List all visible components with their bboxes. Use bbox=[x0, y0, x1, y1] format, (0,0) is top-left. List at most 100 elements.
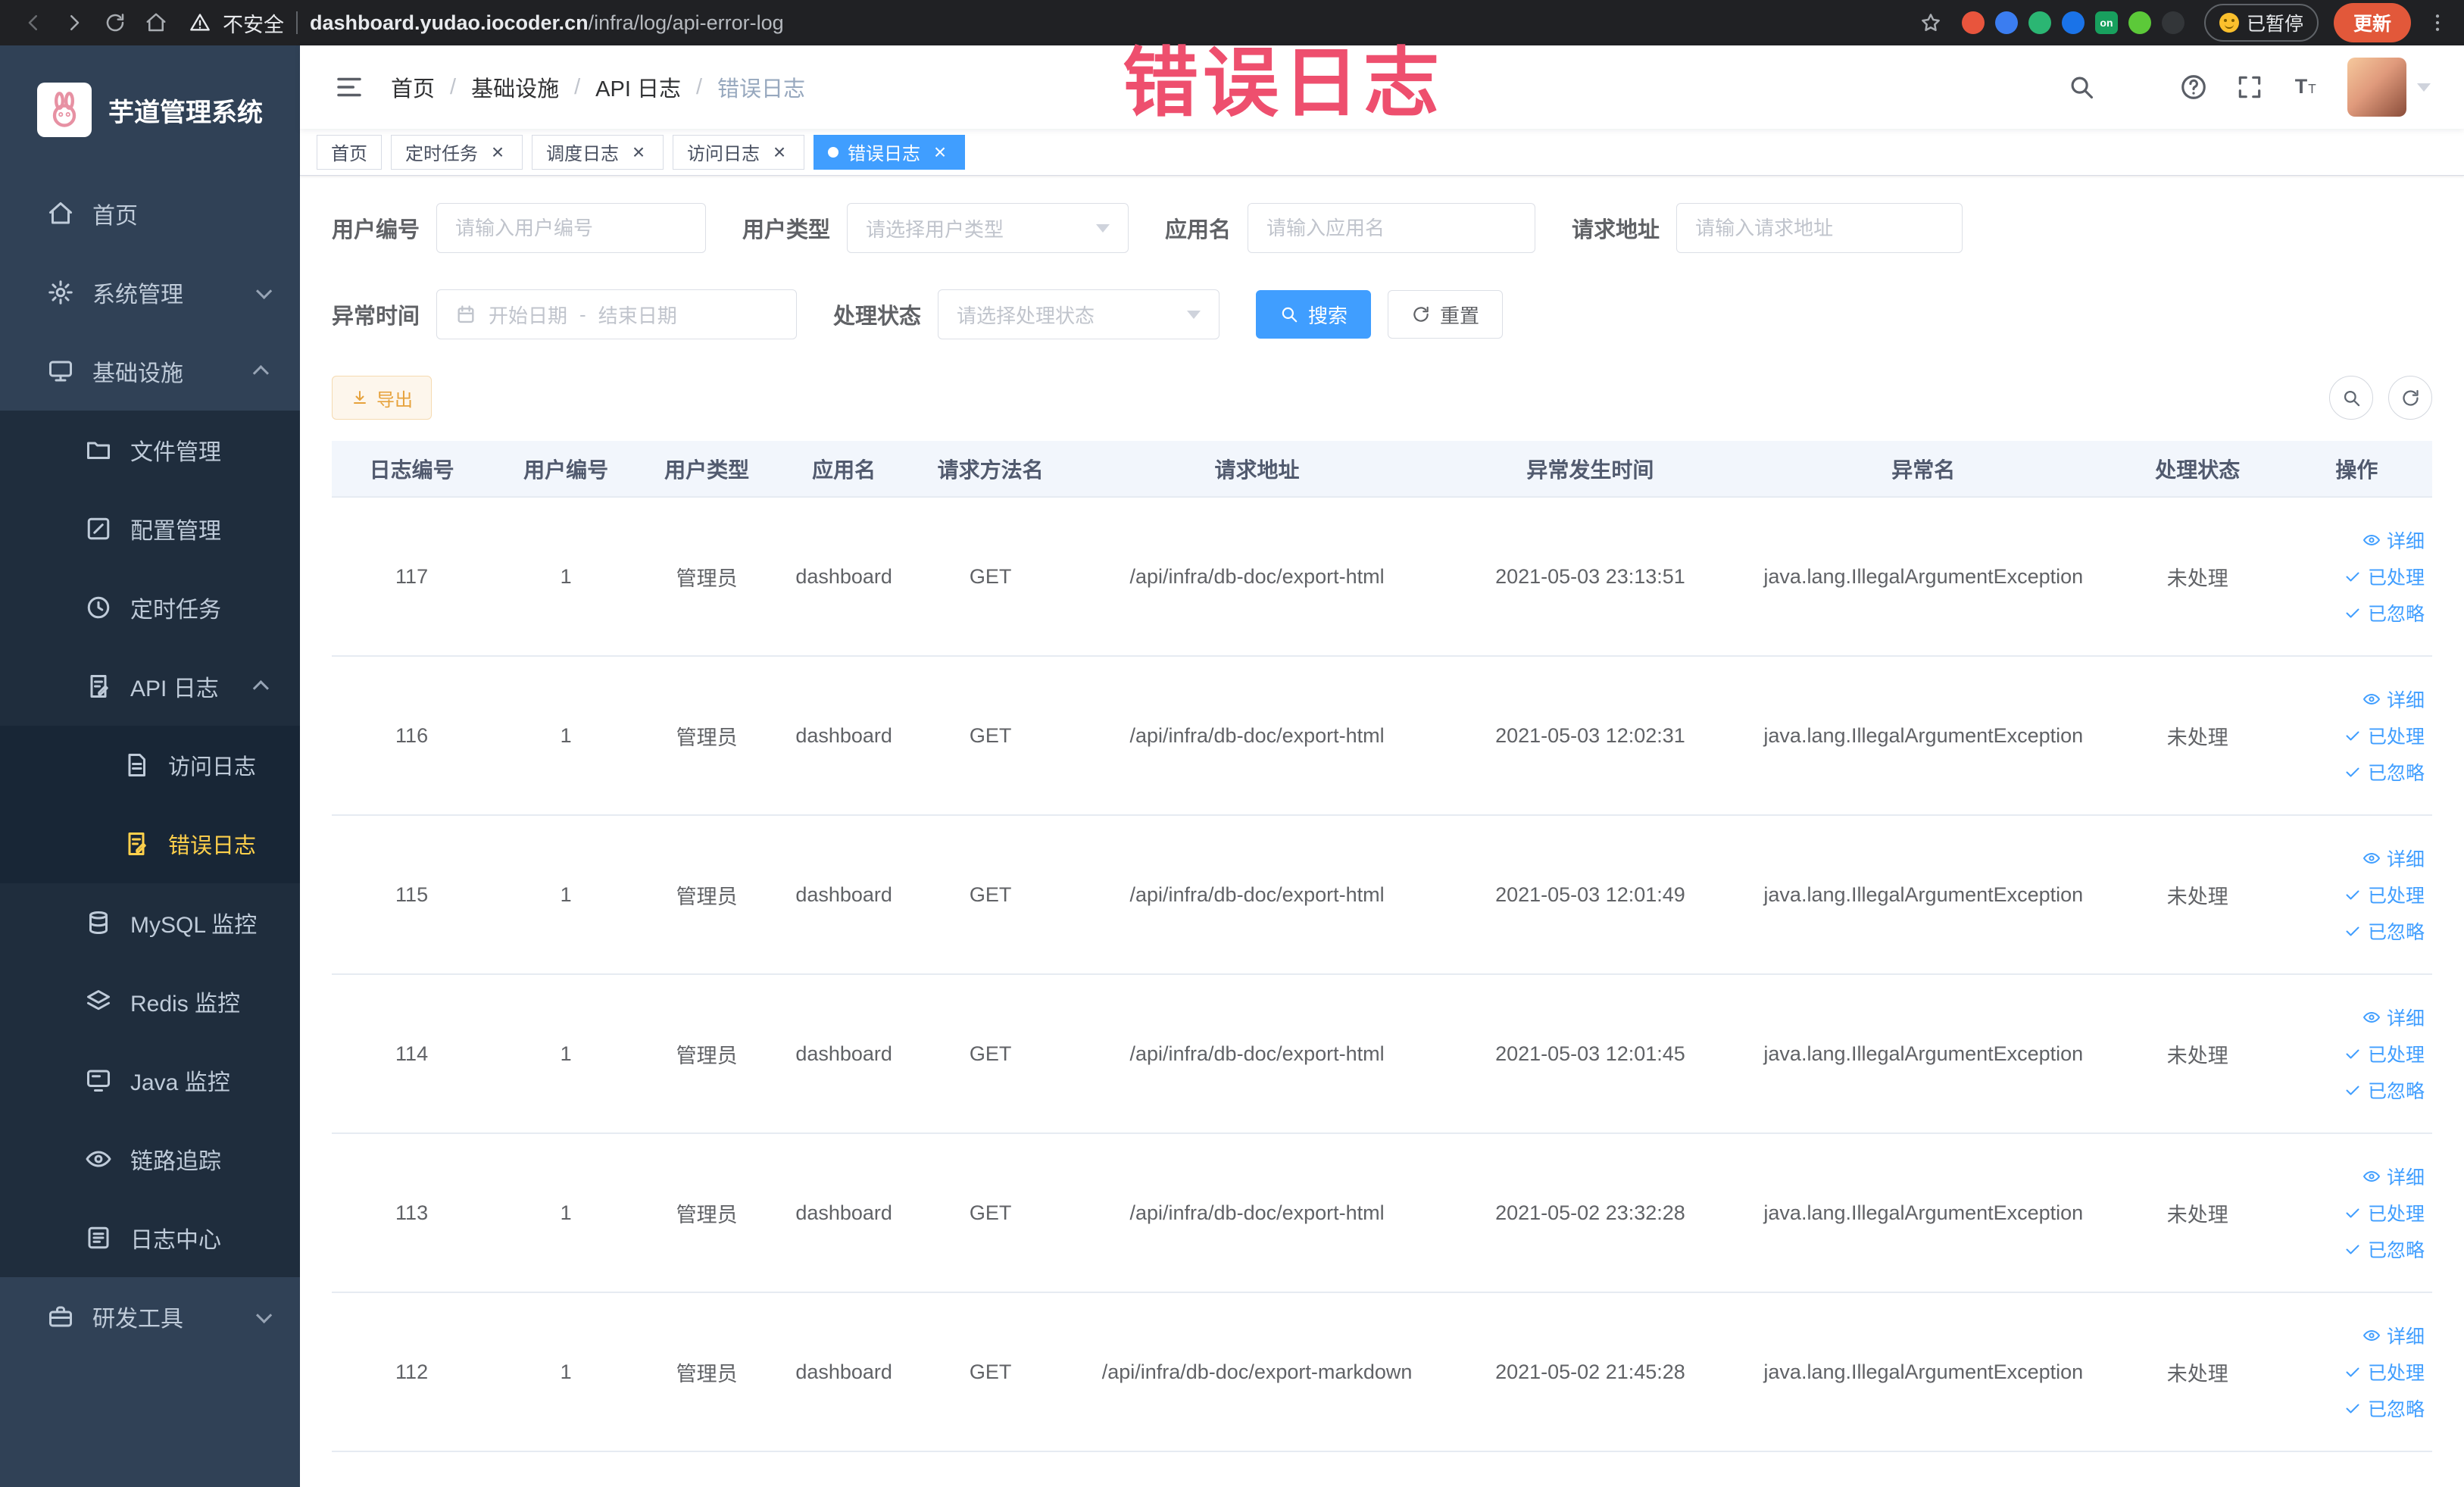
question-icon[interactable] bbox=[2179, 73, 2208, 102]
action-detail[interactable]: 详细 bbox=[2289, 1322, 2425, 1349]
forward-button[interactable] bbox=[56, 5, 92, 41]
close-icon[interactable]: × bbox=[769, 141, 790, 163]
cell-user-id: 1 bbox=[492, 1133, 641, 1293]
sidebar-item-config[interactable]: 配置管理 bbox=[0, 489, 300, 568]
action-processed[interactable]: 已处理 bbox=[2289, 881, 2425, 908]
url-path: /infra/log/api-error-log bbox=[588, 11, 784, 34]
url-domain: dashboard.yudao.iocoder.cn bbox=[310, 11, 589, 34]
app-name-input[interactable] bbox=[1248, 203, 1536, 253]
action-ignored[interactable]: 已忽略 bbox=[2289, 599, 2425, 626]
action-processed[interactable]: 已处理 bbox=[2289, 1358, 2425, 1385]
cell-method: GET bbox=[914, 1292, 1067, 1452]
breadcrumb-item[interactable]: API 日志 bbox=[595, 71, 681, 103]
tab-access-log[interactable]: 访问日志 × bbox=[673, 134, 804, 170]
close-icon[interactable]: × bbox=[487, 141, 508, 163]
extension-icon[interactable] bbox=[2161, 11, 2184, 34]
action-processed[interactable]: 已处理 bbox=[2289, 722, 2425, 749]
process-status-select[interactable]: 请选择处理状态 bbox=[938, 289, 1220, 339]
tab-home[interactable]: 首页 bbox=[317, 134, 382, 170]
extension-icon[interactable] bbox=[2028, 11, 2051, 34]
tab-job-log[interactable]: 调度日志 × bbox=[532, 134, 664, 170]
close-icon[interactable]: × bbox=[929, 141, 951, 163]
user-avatar[interactable] bbox=[2347, 58, 2431, 117]
breadcrumb: 首页 / 基础设施 / API 日志 / 错误日志 bbox=[391, 71, 805, 103]
sidebar-item-job[interactable]: 定时任务 bbox=[0, 568, 300, 647]
extension-icon[interactable]: on bbox=[2094, 11, 2118, 34]
sidebar-item-home[interactable]: 首页 bbox=[0, 174, 300, 253]
paused-extension-badge[interactable]: 已暂停 bbox=[2203, 4, 2319, 42]
action-ignored[interactable]: 已忽略 bbox=[2289, 1236, 2425, 1263]
extension-icon[interactable] bbox=[2128, 11, 2151, 34]
column-header-exception-name: 异常名 bbox=[1732, 441, 2114, 498]
sidebar-item-label: 日志中心 bbox=[130, 1228, 221, 1253]
svg-text:T: T bbox=[2295, 75, 2308, 98]
gear-icon bbox=[47, 279, 74, 306]
exception-time-range-picker[interactable]: 开始日期 - 结束日期 bbox=[436, 289, 798, 339]
action-processed[interactable]: 已处理 bbox=[2289, 1040, 2425, 1067]
sidebar-item-infra[interactable]: 基础设施 bbox=[0, 332, 300, 411]
sidebar-item-file[interactable]: 文件管理 bbox=[0, 411, 300, 489]
cell-method: GET bbox=[914, 656, 1067, 816]
sidebar-item-log-center[interactable]: 日志中心 bbox=[0, 1198, 300, 1277]
font-size-icon[interactable]: TT bbox=[2291, 73, 2320, 102]
clock-icon bbox=[85, 594, 112, 621]
sidebar-item-dev-tools[interactable]: 研发工具 bbox=[0, 1277, 300, 1356]
cell-user-type: 管理员 bbox=[640, 1133, 774, 1293]
hamburger-icon[interactable] bbox=[333, 71, 365, 103]
check-icon bbox=[2344, 1399, 2362, 1417]
user-type-select[interactable]: 请选择用户类型 bbox=[847, 203, 1129, 253]
sidebar-item-mysql[interactable]: MySQL 监控 bbox=[0, 883, 300, 962]
doc-icon bbox=[123, 751, 150, 779]
back-button[interactable] bbox=[15, 5, 52, 41]
sidebar-item-system[interactable]: 系统管理 bbox=[0, 253, 300, 332]
sidebar-item-access-log[interactable]: 访问日志 bbox=[0, 726, 300, 804]
browser-menu-kebab-icon[interactable] bbox=[2426, 11, 2449, 34]
action-detail[interactable]: 详细 bbox=[2289, 686, 2425, 713]
cell-app-name: dashboard bbox=[773, 497, 915, 657]
tab-error-log[interactable]: 错误日志 × bbox=[814, 134, 965, 170]
sidebar-item-error-log[interactable]: 错误日志 bbox=[0, 804, 300, 883]
range-separator: - bbox=[579, 302, 586, 326]
action-detail[interactable]: 详细 bbox=[2289, 1004, 2425, 1031]
action-processed[interactable]: 已处理 bbox=[2289, 1199, 2425, 1226]
reset-button[interactable]: 重置 bbox=[1388, 290, 1504, 339]
action-processed[interactable]: 已处理 bbox=[2289, 563, 2425, 590]
check-icon bbox=[2344, 1045, 2362, 1063]
action-ignored[interactable]: 已忽略 bbox=[2289, 1395, 2425, 1422]
fullscreen-icon[interactable] bbox=[2235, 73, 2264, 102]
extension-icon[interactable] bbox=[1994, 11, 2018, 34]
sidebar-item-java[interactable]: Java 监控 bbox=[0, 1041, 300, 1120]
reload-button[interactable] bbox=[97, 5, 133, 41]
sidebar-item-redis[interactable]: Redis 监控 bbox=[0, 962, 300, 1041]
request-url-input[interactable] bbox=[1676, 203, 1963, 253]
refresh-table-button[interactable] bbox=[2388, 376, 2432, 420]
action-ignored[interactable]: 已忽略 bbox=[2289, 1076, 2425, 1104]
app-logo[interactable]: 芋道管理系统 bbox=[0, 45, 300, 174]
search-icon[interactable] bbox=[2067, 73, 2096, 102]
sidebar-item-trace[interactable]: 链路追踪 bbox=[0, 1120, 300, 1198]
bookmark-star-icon[interactable] bbox=[1919, 11, 1942, 34]
breadcrumb-item[interactable]: 基础设施 bbox=[471, 71, 559, 103]
tab-job[interactable]: 定时任务 × bbox=[391, 134, 523, 170]
warning-icon bbox=[189, 12, 211, 33]
cell-app-name: dashboard bbox=[773, 974, 915, 1134]
close-icon[interactable]: × bbox=[628, 141, 649, 163]
action-ignored[interactable]: 已忽略 bbox=[2289, 917, 2425, 945]
search-button[interactable]: 搜索 bbox=[1256, 290, 1372, 339]
sidebar-item-api-log[interactable]: API 日志 bbox=[0, 647, 300, 726]
action-detail[interactable]: 详细 bbox=[2289, 526, 2425, 554]
home-button[interactable] bbox=[138, 5, 174, 41]
user-id-input[interactable] bbox=[436, 203, 707, 253]
extension-icon[interactable] bbox=[2061, 11, 2085, 34]
export-button[interactable]: 导出 bbox=[332, 376, 432, 420]
toggle-search-button[interactable] bbox=[2329, 376, 2373, 420]
action-ignored[interactable]: 已忽略 bbox=[2289, 758, 2425, 786]
action-detail[interactable]: 详细 bbox=[2289, 1163, 2425, 1190]
action-detail[interactable]: 详细 bbox=[2289, 845, 2425, 872]
layers-icon bbox=[85, 988, 112, 1015]
update-button[interactable]: 更新 bbox=[2333, 3, 2411, 42]
extension-icon[interactable] bbox=[1961, 11, 1985, 34]
address-bar[interactable]: 不安全 dashboard.yudao.iocoder.cn/infra/log… bbox=[189, 8, 784, 38]
github-icon[interactable] bbox=[2123, 73, 2152, 102]
breadcrumb-item[interactable]: 首页 bbox=[391, 71, 435, 103]
